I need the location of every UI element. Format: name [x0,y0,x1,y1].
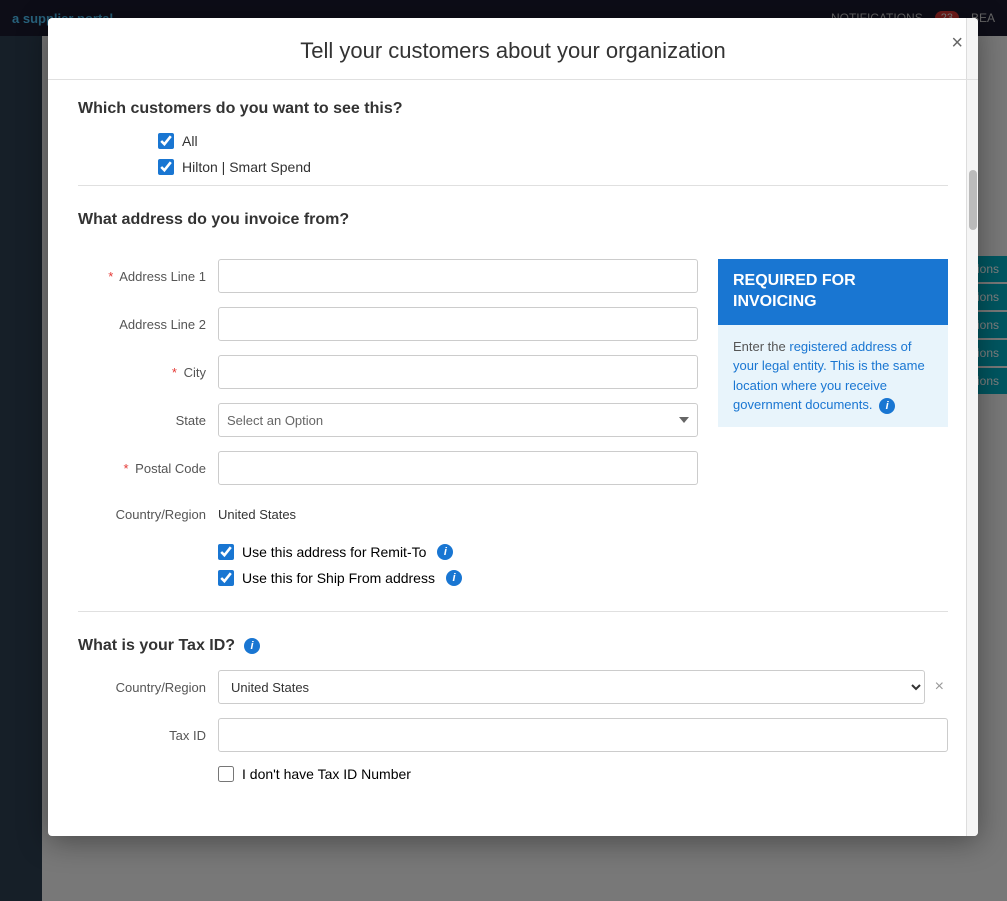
country-row: Country/Region United States [78,499,698,530]
address-fields: * Address Line 1 Address Line 2 [78,259,698,586]
ship-from-checkbox[interactable] [218,570,234,586]
tax-country-select-wrapper: United States × [218,670,948,704]
tax-country-label: Country/Region [78,680,218,695]
tax-id-label: Tax ID [78,728,218,743]
postal-code-input[interactable] [218,451,698,485]
info-box-text: Enter the registered address of your leg… [733,337,933,415]
city-input[interactable] [218,355,698,389]
address-line-2-row: Address Line 2 [78,307,698,341]
info-box-icon[interactable]: i [879,398,895,414]
city-row: * City [78,355,698,389]
hilton-customer-item: Hilton | Smart Spend [158,159,948,175]
state-select[interactable]: Select an Option [218,403,698,437]
all-customer-item: All [158,133,948,149]
no-tax-id-row: I don't have Tax ID Number [78,766,948,782]
tax-section: What is your Tax ID? i Country/Region Un… [78,617,948,816]
address-section: What address do you invoice from? * Addr… [78,191,948,612]
tax-id-input[interactable] [218,718,948,752]
ship-from-info-icon[interactable]: i [446,570,462,586]
state-row: State Select an Option [78,403,698,437]
remit-to-checkbox[interactable] [218,544,234,560]
remit-to-label: Use this address for Remit-To [242,544,426,560]
address-line-1-label: * Address Line 1 [78,269,218,284]
country-value: United States [218,499,698,530]
customers-checkbox-group: All Hilton | Smart Spend [78,133,948,175]
remit-to-info-icon[interactable]: i [437,544,453,560]
address-section-title: What address do you invoice from? [78,211,948,229]
remit-to-row: Use this address for Remit-To i [218,544,698,560]
address-options-checkboxes: Use this address for Remit-To i Use this… [78,544,698,586]
all-customer-label: All [182,133,198,149]
address-form-section: * Address Line 1 Address Line 2 [78,244,948,601]
address-line-2-input[interactable] [218,307,698,341]
invoicing-info-box: REQUIRED FOR INVOICING Enter the registe… [718,259,948,586]
postal-code-label: * Postal Code [78,461,218,476]
modal-body: Which customers do you want to see this?… [48,80,978,836]
scrollbar-thumb [969,170,977,230]
hilton-customer-checkbox[interactable] [158,159,174,175]
no-tax-id-checkbox-row: I don't have Tax ID Number [218,766,411,782]
no-tax-id-checkbox[interactable] [218,766,234,782]
tax-id-row: Tax ID [78,718,948,752]
address-line-2-label: Address Line 2 [78,317,218,332]
tax-country-row: Country/Region United States × [78,670,948,704]
ship-from-label: Use this for Ship From address [242,570,435,586]
modal-header: Tell your customers about your organizat… [48,18,978,80]
tax-info-icon[interactable]: i [244,638,260,654]
customers-section-title: Which customers do you want to see this? [78,100,948,118]
modal-title: Tell your customers about your organizat… [78,38,948,64]
close-button[interactable]: × [951,33,963,53]
customers-section: Which customers do you want to see this?… [78,80,948,186]
tax-section-title: What is your Tax ID? i [78,637,948,655]
no-tax-id-label: I don't have Tax ID Number [242,766,411,782]
info-box-body: Enter the registered address of your leg… [718,325,948,427]
tax-country-select[interactable]: United States [218,670,925,704]
state-label: State [78,413,218,428]
required-star-1: * [108,269,113,284]
address-line-1-input[interactable] [218,259,698,293]
postal-code-row: * Postal Code [78,451,698,485]
hilton-customer-label: Hilton | Smart Spend [182,159,311,175]
ship-from-row: Use this for Ship From address i [218,570,698,586]
city-label: * City [78,365,218,380]
required-star-postal: * [123,461,128,476]
tax-country-clear-button[interactable]: × [931,678,948,696]
modal-scrollbar[interactable] [966,18,978,836]
all-customer-checkbox[interactable] [158,133,174,149]
info-box-header: REQUIRED FOR INVOICING [718,259,948,325]
address-line-1-row: * Address Line 1 [78,259,698,293]
country-label: Country/Region [78,507,218,522]
modal-dialog: Tell your customers about your organizat… [48,18,978,836]
required-star-city: * [172,365,177,380]
